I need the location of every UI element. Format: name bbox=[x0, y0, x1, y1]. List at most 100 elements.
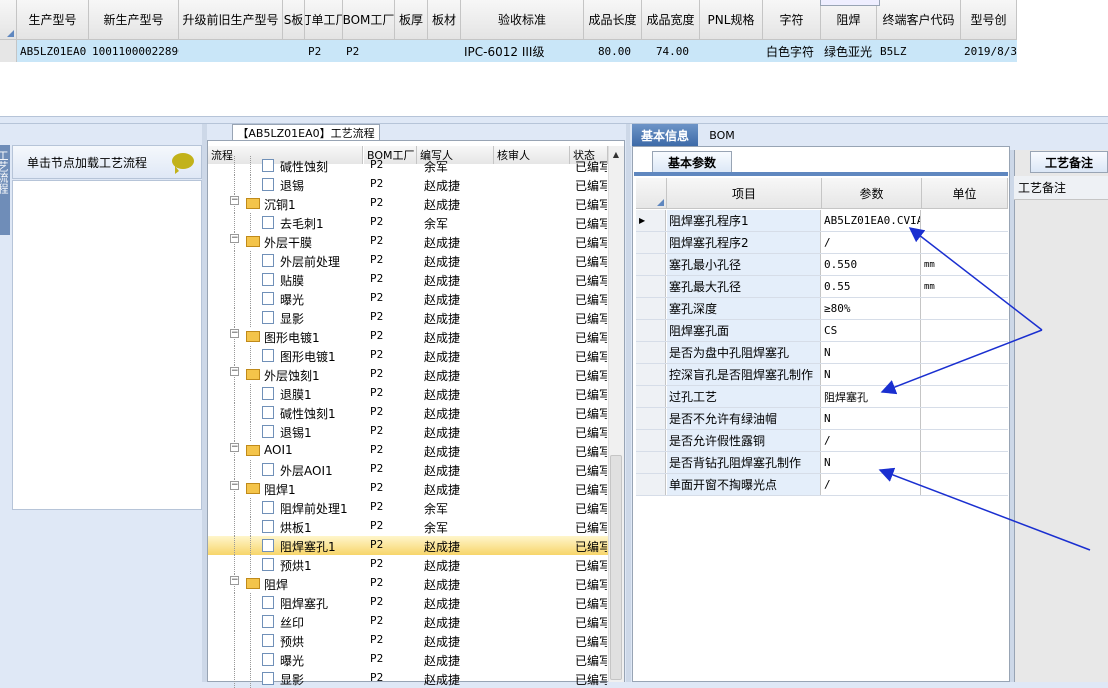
tree-leaf-node[interactable]: 预烘 P2 赵成捷 已编写 bbox=[208, 631, 608, 650]
param-row[interactable]: 控深盲孔是否阻焊塞孔制作 N bbox=[636, 364, 1008, 386]
horizontal-splitter[interactable] bbox=[0, 116, 1108, 124]
grid-header-3[interactable]: S板 bbox=[283, 0, 305, 40]
grid-cell-0[interactable]: AB5LZ01EA0 bbox=[17, 40, 89, 62]
grid-header-7[interactable]: 板材 bbox=[428, 0, 461, 40]
tree-leaf-node[interactable]: 阻焊塞孔1 P2 赵成捷 已编写 bbox=[208, 536, 608, 555]
param-row[interactable]: 阻焊塞孔程序2/ bbox=[636, 232, 1008, 254]
collapse-icon[interactable]: − bbox=[230, 234, 239, 243]
collapse-icon[interactable]: − bbox=[230, 481, 239, 490]
tab-process-notes[interactable]: 工艺备注 bbox=[1030, 151, 1108, 173]
collapse-icon[interactable]: − bbox=[230, 367, 239, 376]
grid-header-14[interactable]: 终端客户代码 bbox=[877, 0, 961, 40]
tree-leaf-node[interactable]: 显影 P2 赵成捷 已编写 bbox=[208, 669, 608, 688]
row-indicator[interactable] bbox=[636, 320, 666, 341]
grid-cell-7[interactable] bbox=[428, 40, 461, 62]
row-indicator[interactable] bbox=[636, 452, 666, 473]
grid-cell-2[interactable] bbox=[179, 40, 283, 62]
tree-leaf-node[interactable]: 显影 P2 赵成捷 已编写 bbox=[208, 308, 608, 327]
grid-header-15[interactable]: 型号创 bbox=[961, 0, 1017, 40]
param-row[interactable]: 是否不允许有绿油帽 N bbox=[636, 408, 1008, 430]
param-value[interactable]: N bbox=[822, 408, 921, 429]
grid-header-10[interactable]: 成品宽度 bbox=[642, 0, 700, 40]
param-row[interactable]: 单面开窗不掏曝光点 / bbox=[636, 474, 1008, 496]
param-row[interactable]: 是否为盘中孔阻焊塞孔 N bbox=[636, 342, 1008, 364]
row-indicator[interactable] bbox=[636, 298, 666, 319]
param-value[interactable]: / bbox=[822, 232, 921, 253]
param-value[interactable]: N bbox=[822, 364, 921, 385]
row-indicator[interactable] bbox=[636, 254, 666, 275]
tab-basic-params[interactable]: 基本参数 bbox=[652, 151, 732, 173]
grid-header-1[interactable]: 新生产型号 bbox=[89, 0, 179, 40]
param-value[interactable]: / bbox=[822, 474, 921, 495]
param-row[interactable]: 是否允许假性露铜 / bbox=[636, 430, 1008, 452]
param-row[interactable]: 塞孔最大孔径 0.55 mm bbox=[636, 276, 1008, 298]
grid-cell-5[interactable]: P2 bbox=[343, 40, 395, 62]
param-value[interactable]: N bbox=[822, 452, 921, 473]
grid-cell-15[interactable]: 2019/8/3 bbox=[961, 40, 1017, 62]
row-indicator[interactable] bbox=[0, 40, 17, 62]
row-indicator[interactable] bbox=[636, 276, 666, 297]
grid-header-9[interactable]: 成品长度 bbox=[584, 0, 642, 40]
grid-cell-14[interactable]: B5LZ bbox=[877, 40, 961, 62]
grid-cell-11[interactable] bbox=[700, 40, 763, 62]
param-row[interactable]: ▶ 阻焊塞孔程序1 AB5LZ01EA0.CVIA bbox=[636, 210, 1008, 232]
tree-leaf-node[interactable]: 退锡 P2 赵成捷 已编写 bbox=[208, 175, 608, 194]
param-header-value[interactable]: 参数 bbox=[822, 178, 922, 209]
scroll-up-icon[interactable]: ▲ bbox=[610, 148, 622, 160]
collapse-icon[interactable]: − bbox=[230, 576, 239, 585]
tree-folder-node[interactable]: − 外层干膜 P2 赵成捷 已编写 bbox=[208, 232, 608, 251]
row-indicator[interactable] bbox=[636, 430, 666, 451]
param-value[interactable]: 0.550 bbox=[822, 254, 921, 275]
splitter-left[interactable] bbox=[202, 124, 207, 682]
tree-leaf-node[interactable]: 退膜1 P2 赵成捷 已编写 bbox=[208, 384, 608, 403]
grid-header-4[interactable]: 订单工厂 bbox=[305, 0, 343, 40]
grid-cell-12[interactable]: 白色字符 bbox=[763, 40, 821, 62]
grid-header-13[interactable]: 阻焊 bbox=[821, 0, 877, 40]
row-indicator[interactable] bbox=[636, 408, 666, 429]
row-indicator[interactable] bbox=[636, 232, 666, 253]
grid-cell-6[interactable] bbox=[395, 40, 428, 62]
flow-scroll-thumb[interactable] bbox=[610, 455, 622, 680]
grid-cell-10[interactable]: 74.00 bbox=[642, 40, 700, 62]
tree-leaf-node[interactable]: 贴膜 P2 赵成捷 已编写 bbox=[208, 270, 608, 289]
tree-leaf-node[interactable]: 曝光 P2 赵成捷 已编写 bbox=[208, 650, 608, 669]
tree-leaf-node[interactable]: 去毛刺1 P2 余军 已编写 bbox=[208, 213, 608, 232]
row-indicator[interactable] bbox=[636, 386, 666, 407]
param-value[interactable]: / bbox=[822, 430, 921, 451]
param-value[interactable]: ≥80% bbox=[822, 298, 921, 319]
grid-header-2[interactable]: 升级前旧生产型号 bbox=[179, 0, 283, 40]
tree-folder-node[interactable]: − 沉铜1 P2 赵成捷 已编写 bbox=[208, 194, 608, 213]
grid-cell-13[interactable]: 绿色亚光 bbox=[821, 40, 877, 62]
splitter-middle[interactable] bbox=[626, 124, 631, 682]
tree-folder-node[interactable]: − AOI1 P2 赵成捷 已编写 bbox=[208, 441, 608, 460]
row-indicator[interactable] bbox=[636, 364, 666, 385]
param-value[interactable]: AB5LZ01EA0.CVIA bbox=[822, 210, 921, 231]
tree-folder-node[interactable]: − 阻焊1 P2 赵成捷 已编写 bbox=[208, 479, 608, 498]
param-value[interactable]: 阻焊塞孔 bbox=[822, 386, 921, 407]
collapse-icon[interactable]: − bbox=[230, 196, 239, 205]
flow-tab-title[interactable]: 【AB5LZ01EA0】工艺流程 bbox=[232, 124, 380, 140]
param-row[interactable]: 阻焊塞孔面 CS bbox=[636, 320, 1008, 342]
tree-leaf-node[interactable]: 阻焊前处理1 P2 余军 已编写 bbox=[208, 498, 608, 517]
param-row[interactable]: 塞孔深度 ≥80% bbox=[636, 298, 1008, 320]
grid-header-11[interactable]: PNL规格 bbox=[700, 0, 763, 40]
tree-leaf-node[interactable]: 退锡1 P2 赵成捷 已编写 bbox=[208, 422, 608, 441]
grid-cell-4[interactable]: P2 bbox=[305, 40, 343, 62]
tree-leaf-node[interactable]: 外层AOI1 P2 赵成捷 已编写 bbox=[208, 460, 608, 479]
param-header-item[interactable]: 项目 bbox=[667, 178, 822, 209]
tab-bom[interactable]: BOM bbox=[702, 124, 742, 146]
tree-leaf-node[interactable]: 图形电镀1 P2 赵成捷 已编写 bbox=[208, 346, 608, 365]
tree-folder-node[interactable]: − 阻焊 P2 赵成捷 已编写 bbox=[208, 574, 608, 593]
tree-leaf-node[interactable]: 碱性蚀刻 P2 余军 已编写 bbox=[208, 156, 608, 175]
param-value[interactable]: 0.55 bbox=[822, 276, 921, 297]
row-indicator[interactable] bbox=[636, 342, 666, 363]
param-value[interactable]: N bbox=[822, 342, 921, 363]
tree-leaf-node[interactable]: 预烘1 P2 赵成捷 已编写 bbox=[208, 555, 608, 574]
tree-leaf-node[interactable]: 碱性蚀刻1 P2 赵成捷 已编写 bbox=[208, 403, 608, 422]
grid-cell-3[interactable] bbox=[283, 40, 305, 62]
grid-header-8[interactable]: 验收标准 bbox=[461, 0, 584, 40]
row-indicator[interactable]: ▶ bbox=[636, 210, 666, 231]
grid-header-0[interactable]: 生产型号 bbox=[17, 0, 89, 40]
tree-leaf-node[interactable]: 阻焊塞孔 P2 赵成捷 已编写 bbox=[208, 593, 608, 612]
tree-leaf-node[interactable]: 曝光 P2 赵成捷 已编写 bbox=[208, 289, 608, 308]
